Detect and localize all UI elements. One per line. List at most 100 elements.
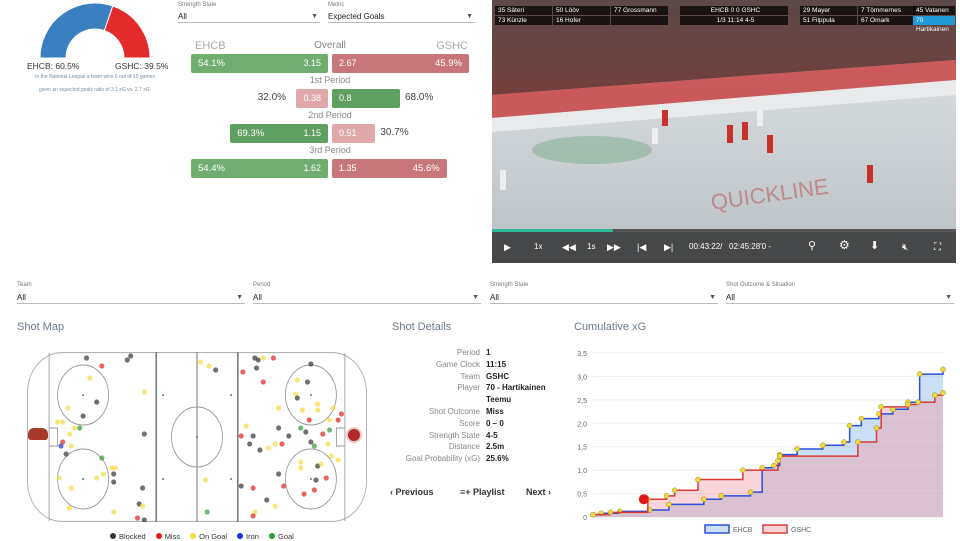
- shot-marker[interactable]: [77, 425, 83, 431]
- shot-marker[interactable]: [318, 461, 324, 467]
- shot-point[interactable]: [873, 425, 880, 431]
- shot-marker[interactable]: [276, 425, 282, 431]
- shot-marker[interactable]: [298, 459, 304, 465]
- shot-marker[interactable]: [265, 445, 271, 451]
- shot-marker[interactable]: [80, 413, 86, 419]
- shot-marker[interactable]: [238, 483, 244, 489]
- shot-marker[interactable]: [247, 441, 253, 447]
- shot-marker[interactable]: [313, 477, 319, 483]
- shot-marker[interactable]: [63, 451, 69, 457]
- shot-marker[interactable]: [276, 405, 282, 411]
- previous-button[interactable]: ‹ Previous: [390, 487, 434, 497]
- shot-marker[interactable]: [260, 355, 266, 361]
- mute-icon[interactable]: 🔇︎: [902, 242, 908, 253]
- shot-marker[interactable]: [111, 479, 117, 485]
- shot-point[interactable]: [846, 422, 853, 429]
- shot-marker[interactable]: [213, 367, 219, 373]
- gear-icon[interactable]: ⚙: [839, 238, 850, 252]
- shot-marker[interactable]: [315, 401, 321, 407]
- shot-point[interactable]: [940, 390, 946, 396]
- shot-point[interactable]: [794, 446, 800, 452]
- shot-marker[interactable]: [243, 423, 249, 429]
- shot-point[interactable]: [740, 467, 746, 473]
- shot-marker[interactable]: [87, 375, 93, 381]
- shot-marker[interactable]: [111, 509, 117, 515]
- shot-marker[interactable]: [335, 417, 341, 423]
- shot-point[interactable]: [841, 439, 847, 445]
- shot-point[interactable]: [701, 496, 707, 502]
- shot-marker[interactable]: [323, 475, 329, 481]
- shot-marker[interactable]: [272, 441, 278, 447]
- shot-marker[interactable]: [298, 425, 304, 431]
- shot-point[interactable]: [617, 508, 623, 515]
- download-icon[interactable]: ⬇: [870, 239, 879, 252]
- shot-point[interactable]: [855, 439, 861, 445]
- shot-marker[interactable]: [206, 363, 212, 369]
- shot-marker[interactable]: [141, 389, 147, 395]
- shot-marker[interactable]: [255, 357, 261, 363]
- play-button[interactable]: ▶: [504, 242, 511, 253]
- shot-marker[interactable]: [320, 431, 326, 437]
- shot-marker[interactable]: [301, 491, 307, 497]
- shot-marker[interactable]: [298, 465, 304, 471]
- shot-marker[interactable]: [134, 515, 141, 521]
- shot-marker[interactable]: [327, 427, 333, 433]
- shot-marker[interactable]: [202, 477, 209, 483]
- shot-marker[interactable]: [311, 487, 317, 493]
- shot-marker[interactable]: [68, 485, 74, 491]
- shot-marker[interactable]: [58, 443, 64, 449]
- shot-marker[interactable]: [279, 441, 285, 447]
- shot-point[interactable]: [590, 511, 596, 518]
- shot-point[interactable]: [878, 404, 884, 410]
- search-icon[interactable]: ⚲: [808, 239, 816, 252]
- shot-marker[interactable]: [66, 431, 73, 437]
- shot-marker[interactable]: [140, 485, 146, 491]
- fullscreen-icon[interactable]: ⛶: [934, 242, 941, 253]
- shot-marker[interactable]: [128, 353, 134, 359]
- step-button[interactable]: 1s: [587, 242, 595, 251]
- filter-select[interactable]: All ▼: [253, 292, 481, 304]
- filter-select[interactable]: All ▼: [17, 292, 245, 304]
- shot-marker[interactable]: [325, 441, 331, 447]
- shot-point[interactable]: [663, 493, 670, 499]
- shot-marker[interactable]: [112, 465, 118, 471]
- shot-point[interactable]: [718, 493, 725, 499]
- shot-marker[interactable]: [140, 503, 146, 509]
- shot-marker[interactable]: [257, 447, 263, 453]
- shot-marker[interactable]: [204, 509, 210, 515]
- shot-marker[interactable]: [264, 497, 270, 503]
- shot-marker[interactable]: [294, 377, 300, 383]
- shot-point[interactable]: [932, 392, 938, 398]
- shot-marker[interactable]: [250, 513, 256, 519]
- shot-point[interactable]: [666, 501, 672, 508]
- shot-marker[interactable]: [308, 361, 314, 367]
- shot-marker[interactable]: [55, 419, 61, 425]
- shot-marker[interactable]: [260, 379, 266, 385]
- shot-marker[interactable]: [250, 433, 256, 439]
- shot-marker[interactable]: [335, 457, 341, 463]
- shot-point[interactable]: [940, 366, 946, 373]
- shot-marker[interactable]: [315, 407, 321, 413]
- filter-select[interactable]: All ▼: [490, 292, 718, 304]
- shot-marker[interactable]: [253, 365, 260, 371]
- shot-point[interactable]: [776, 453, 783, 459]
- shot-marker[interactable]: [124, 357, 130, 363]
- shot-marker[interactable]: [276, 471, 282, 477]
- shot-marker[interactable]: [100, 471, 107, 477]
- previous-clip-icon[interactable]: |◀: [637, 242, 646, 253]
- shot-marker[interactable]: [111, 471, 117, 477]
- shot-point[interactable]: [695, 476, 701, 483]
- shot-marker[interactable]: [94, 399, 100, 405]
- shot-marker[interactable]: [65, 405, 71, 411]
- shot-marker[interactable]: [286, 433, 292, 439]
- speed-button[interactable]: 1x: [534, 242, 542, 251]
- shot-point[interactable]: [775, 458, 781, 464]
- shot-marker[interactable]: [328, 453, 334, 459]
- shot-point[interactable]: [905, 401, 911, 408]
- shot-marker[interactable]: [238, 433, 244, 439]
- shot-marker[interactable]: [240, 369, 246, 375]
- shot-marker[interactable]: [327, 417, 333, 423]
- shot-marker[interactable]: [338, 411, 345, 417]
- shot-marker[interactable]: [294, 395, 300, 401]
- shot-point[interactable]: [747, 489, 754, 495]
